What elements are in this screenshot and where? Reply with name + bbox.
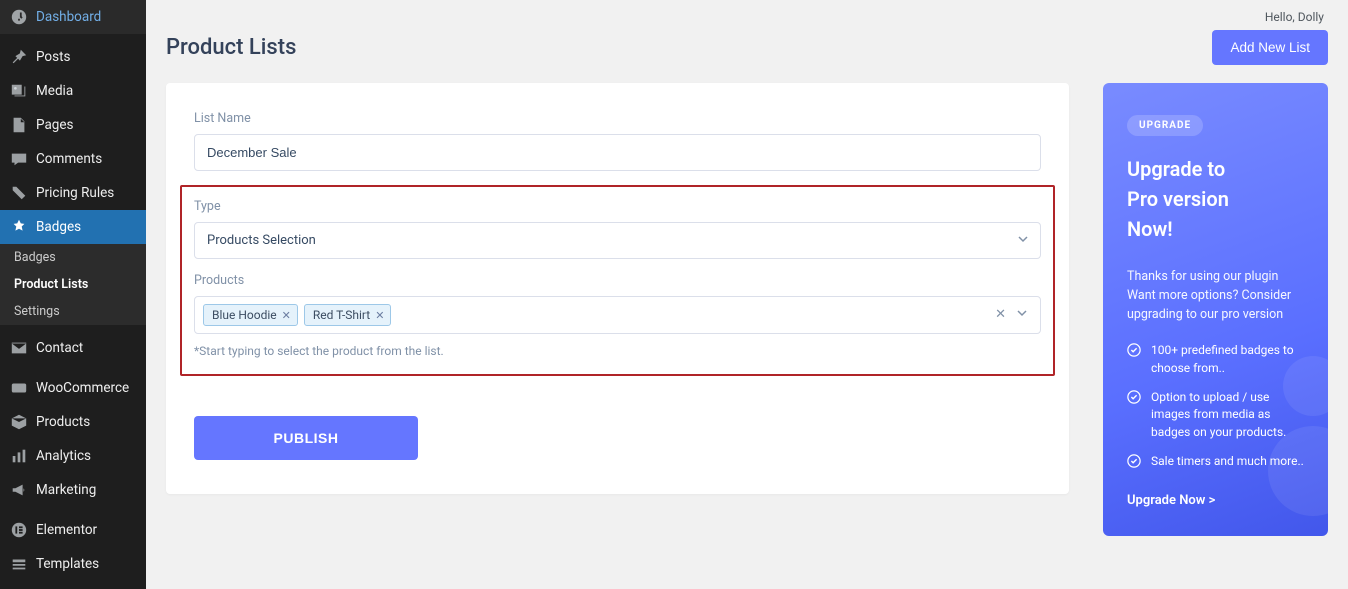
sidebar-item-dashboard[interactable]: Dashboard [0,0,146,34]
type-select[interactable]: Products Selection [194,222,1041,259]
page-header: Product Lists Add New List [166,30,1328,65]
sidebar-item-label: Analytics [36,448,91,464]
upgrade-feature-item: Option to upload / use images from media… [1127,389,1304,441]
sidebar-item-badges[interactable]: Badges [0,210,146,244]
sidebar-item-label: Templates [36,556,99,572]
dashboard-icon [10,8,28,26]
sidebar-item-label: Comments [36,151,102,167]
remove-tag-icon[interactable]: ✕ [282,309,291,322]
check-circle-icon [1127,454,1141,468]
product-tag-label: Red T-Shirt [313,308,370,322]
marketing-icon [10,481,28,499]
page-title: Product Lists [166,35,296,60]
media-icon [10,82,28,100]
upgrade-title-part: Pro version [1127,187,1229,211]
list-name-label: List Name [194,111,1041,126]
mail-icon [10,339,28,357]
upgrade-badge: UPGRADE [1127,115,1203,136]
sidebar-item-analytics[interactable]: Analytics [0,439,146,473]
admin-sidebar: Dashboard Posts Media Pages Comments Pri… [0,0,146,589]
chevron-down-icon[interactable] [1016,307,1028,323]
check-circle-icon [1127,343,1141,357]
sidebar-sub-badges[interactable]: Badges [0,244,146,271]
sidebar-item-elementor[interactable]: Elementor [0,513,146,547]
templates-icon [10,555,28,573]
sidebar-item-products[interactable]: Products [0,405,146,439]
remove-tag-icon[interactable]: ✕ [375,309,384,322]
upgrade-title: Upgrade to Pro version Now! [1127,154,1304,244]
list-name-field: List Name [194,111,1041,171]
products-label: Products [194,273,1041,288]
sidebar-item-label: Posts [36,49,70,65]
publish-button[interactable]: PUBLISH [194,416,418,460]
pages-icon [10,116,28,134]
sidebar-item-label: Badges [36,219,81,235]
badges-icon [10,218,28,236]
product-tag: Blue Hoodie ✕ [203,304,298,326]
sidebar-item-label: WooCommerce [36,380,129,396]
sidebar-item-label: Pages [36,117,74,133]
product-list-form: List Name Type Products Selection Produc… [166,83,1069,494]
sidebar-item-media[interactable]: Media [0,74,146,108]
product-tag-label: Blue Hoodie [212,308,277,322]
woo-icon [10,379,28,397]
sidebar-item-comments[interactable]: Comments [0,142,146,176]
sidebar-item-marketing[interactable]: Marketing [0,473,146,507]
type-field: Type Products Selection [194,199,1041,259]
sidebar-item-label: Elementor [36,522,97,538]
sidebar-item-pricing-rules[interactable]: Pricing Rules [0,176,146,210]
sidebar-item-label: Media [36,83,73,99]
products-helper-text: *Start typing to select the product from… [194,344,1041,358]
upgrade-feature-item: 100+ predefined badges to choose from.. [1127,342,1304,377]
product-tag: Red T-Shirt ✕ [304,304,392,326]
sidebar-item-posts[interactable]: Posts [0,40,146,74]
upgrade-feature-text: 100+ predefined badges to choose from.. [1151,342,1304,377]
sidebar-sub-settings[interactable]: Settings [0,298,146,325]
sidebar-item-label: Dashboard [36,9,101,25]
list-name-input[interactable] [194,134,1041,171]
analytics-icon [10,447,28,465]
upgrade-card: UPGRADE Upgrade to Pro version Now! Than… [1103,83,1328,536]
comments-icon [10,150,28,168]
sidebar-item-label: Marketing [36,482,96,498]
upgrade-feature-text: Option to upload / use images from media… [1151,389,1304,441]
products-tag-input[interactable]: Blue Hoodie ✕ Red T-Shirt ✕ ✕ [194,296,1041,334]
elementor-icon [10,521,28,539]
pin-icon [10,48,28,66]
highlighted-section: Type Products Selection Products Blue Ho… [180,185,1055,376]
sidebar-item-pages[interactable]: Pages [0,108,146,142]
sidebar-item-label: Products [36,414,90,430]
sidebar-badges-submenu: Badges Product Lists Settings [0,244,146,325]
products-icon [10,413,28,431]
check-circle-icon [1127,390,1141,404]
sidebar-sub-product-lists[interactable]: Product Lists [0,271,146,298]
pricing-icon [10,184,28,202]
sidebar-item-templates[interactable]: Templates [0,547,146,581]
greeting-text: Hello, Dolly [166,8,1328,30]
add-new-list-button[interactable]: Add New List [1212,30,1328,65]
type-label: Type [194,199,1041,214]
products-field: Products Blue Hoodie ✕ Red T-Shirt ✕ ✕ [194,273,1041,358]
clear-all-icon[interactable]: ✕ [995,307,1006,323]
main-content: Hello, Dolly Product Lists Add New List … [146,0,1348,589]
sidebar-item-contact[interactable]: Contact [0,331,146,365]
sidebar-item-woocommerce[interactable]: WooCommerce [0,371,146,405]
upgrade-title-part: Now! [1127,217,1173,241]
upgrade-text: Thanks for using our plugin Want more op… [1127,268,1304,324]
sidebar-item-label: Pricing Rules [36,185,114,201]
sidebar-item-label: Contact [36,340,83,356]
upgrade-title-part: Upgrade to [1127,157,1225,181]
